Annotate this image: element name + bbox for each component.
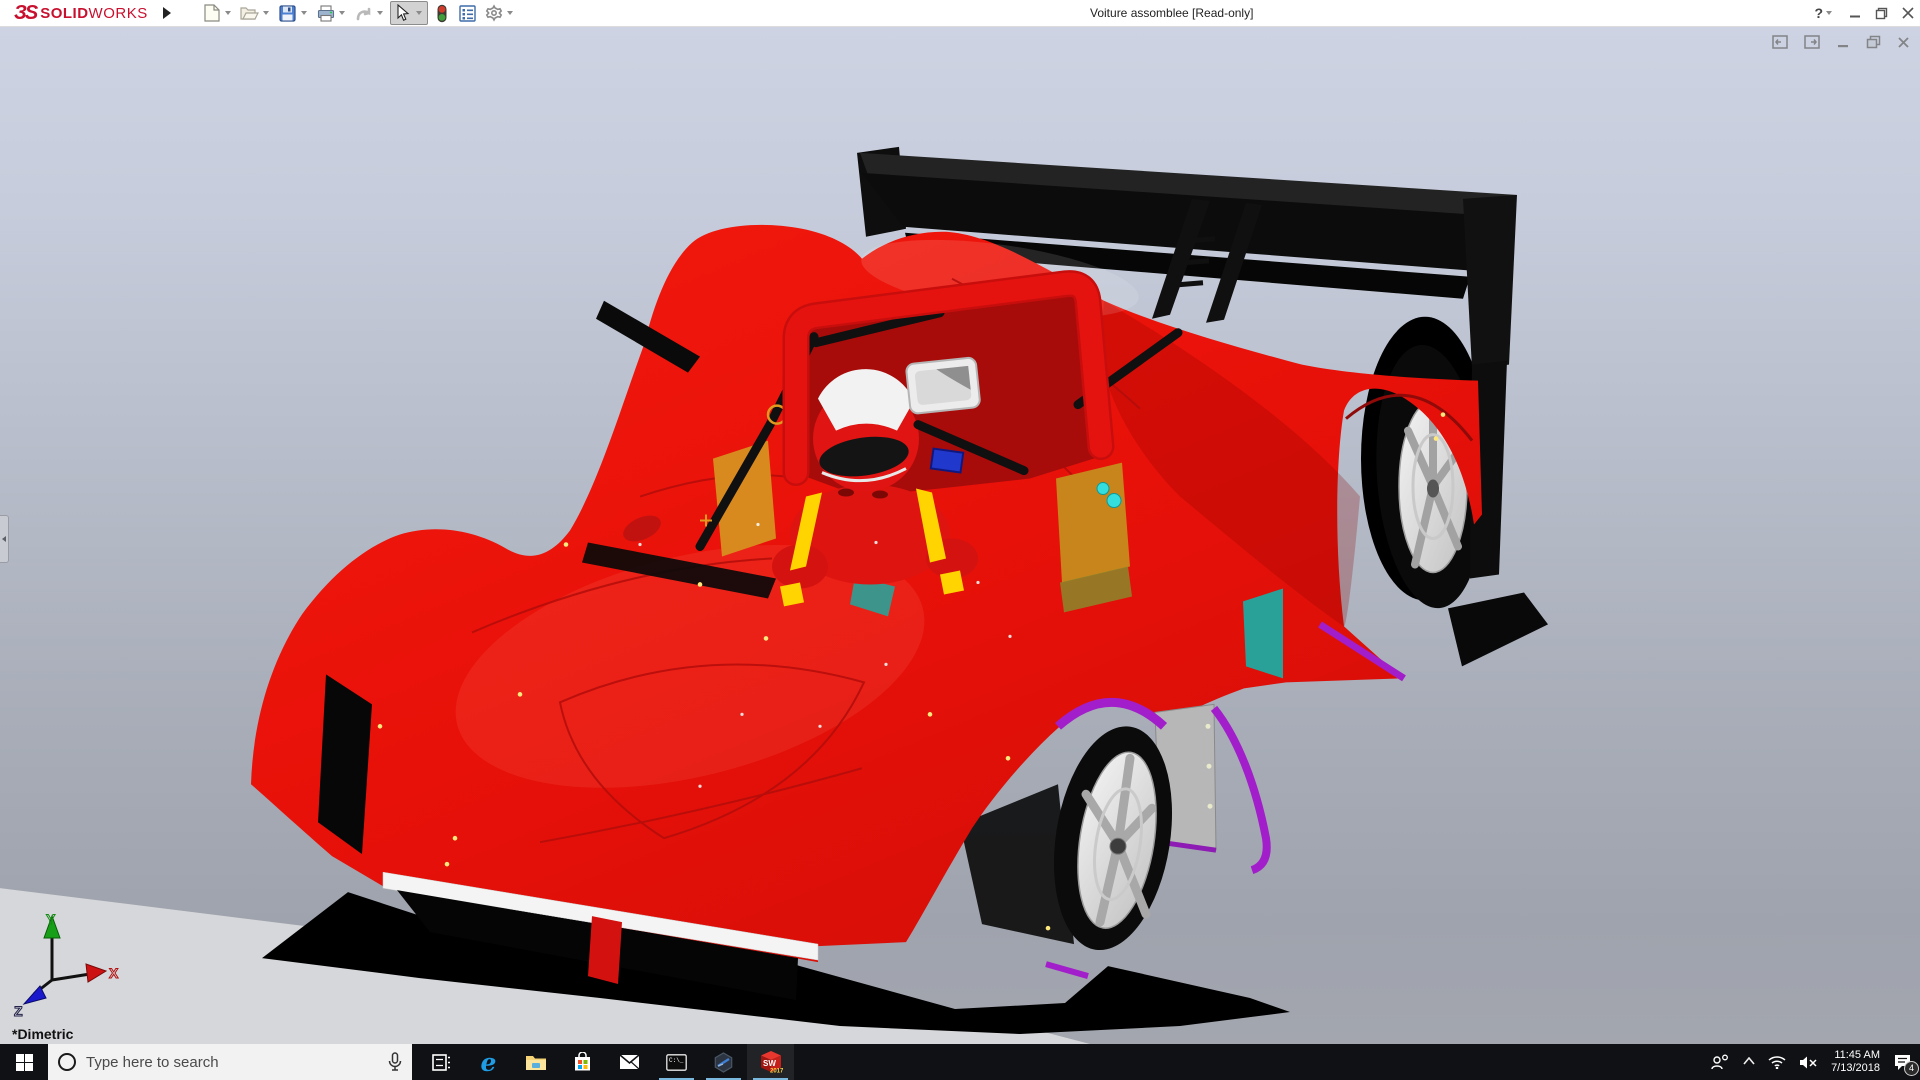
taskbar-apps: e bbox=[418, 1044, 794, 1080]
windows-logo-icon bbox=[16, 1054, 33, 1071]
undo-button[interactable] bbox=[352, 2, 388, 24]
sw-label: SW bbox=[763, 1059, 776, 1068]
new-document-icon bbox=[202, 3, 222, 23]
properties-list-icon bbox=[458, 3, 478, 23]
triad-z-label: Z bbox=[14, 1003, 23, 1019]
people-icon[interactable] bbox=[1710, 1054, 1730, 1070]
cortana-icon bbox=[58, 1053, 76, 1071]
feature-manager-collapsed-tab[interactable] bbox=[0, 515, 9, 563]
new-document-button[interactable] bbox=[200, 2, 236, 24]
gear-icon bbox=[484, 3, 504, 23]
undo-dropdown[interactable] bbox=[377, 11, 383, 15]
start-button[interactable] bbox=[0, 1044, 48, 1080]
task-view-icon bbox=[432, 1054, 451, 1071]
print-icon bbox=[316, 3, 336, 23]
triad-y-label: Y bbox=[46, 911, 56, 927]
minimize-button[interactable] bbox=[1849, 7, 1861, 19]
solidworks-logo-icon: ЗS bbox=[14, 2, 36, 25]
rebuild-button[interactable] bbox=[430, 2, 454, 24]
mail-icon bbox=[619, 1054, 640, 1070]
store-icon bbox=[573, 1052, 592, 1072]
notification-badge: 4 bbox=[1904, 1061, 1919, 1076]
task-view-button[interactable] bbox=[418, 1044, 465, 1080]
doc-minimize-button[interactable] bbox=[1836, 35, 1850, 49]
mail-button[interactable] bbox=[606, 1044, 653, 1080]
new-document-dropdown[interactable] bbox=[225, 11, 231, 15]
view-orientation-label: *Dimetric bbox=[12, 1026, 73, 1042]
traffic-light-icon bbox=[432, 3, 452, 23]
solidworks-app-icon: SW 2017 bbox=[759, 1050, 783, 1074]
quick-access-toolbar bbox=[200, 1, 518, 25]
brand-text-bold: SOLID bbox=[40, 5, 88, 22]
command-prompt-icon: C:\_ bbox=[666, 1054, 687, 1071]
pane-left-button[interactable] bbox=[1772, 35, 1788, 49]
tray-expand-chevron[interactable] bbox=[1743, 1057, 1755, 1065]
brand-text-light: WORKS bbox=[89, 5, 148, 22]
save-dropdown[interactable] bbox=[301, 11, 307, 15]
rearview-mirror[interactable] bbox=[906, 357, 981, 414]
file-explorer-button[interactable] bbox=[512, 1044, 559, 1080]
graphics-viewport[interactable]: Y X Z *Dimetric bbox=[0, 27, 1920, 1044]
open-icon bbox=[240, 3, 260, 23]
window-title: Voiture assomblee [Read-only] bbox=[1090, 0, 1253, 26]
store-button[interactable] bbox=[559, 1044, 606, 1080]
edge-button[interactable]: e bbox=[465, 1044, 512, 1080]
save-icon bbox=[278, 3, 298, 23]
settings-dropdown[interactable] bbox=[507, 11, 513, 15]
menu-flyout-arrow[interactable] bbox=[158, 4, 176, 22]
file-explorer-icon bbox=[525, 1053, 547, 1071]
undo-icon bbox=[354, 3, 374, 23]
pane-right-button[interactable] bbox=[1804, 35, 1820, 49]
car-model-render bbox=[0, 27, 1920, 1044]
taskbar-search-box[interactable]: Type here to search bbox=[48, 1044, 412, 1080]
command-prompt-button[interactable]: C:\_ bbox=[653, 1044, 700, 1080]
display-options-button[interactable] bbox=[456, 2, 480, 24]
orientation-triad: Y X Z bbox=[6, 910, 126, 1020]
print-dropdown[interactable] bbox=[339, 11, 345, 15]
solidworks-taskbar-button[interactable]: SW 2017 bbox=[747, 1044, 794, 1080]
select-button[interactable] bbox=[390, 1, 428, 25]
edge-icon: e bbox=[481, 1048, 497, 1077]
print-button[interactable] bbox=[314, 2, 350, 24]
doc-close-button[interactable] bbox=[1897, 36, 1910, 49]
doc-restore-button[interactable] bbox=[1866, 35, 1881, 49]
help-icon: ? bbox=[1814, 5, 1823, 21]
windows-taskbar: Type here to search e bbox=[0, 1044, 1920, 1080]
titlebar: ЗS SOLIDWORKS bbox=[0, 0, 1920, 27]
cmd-glyph: C:\_ bbox=[669, 1057, 684, 1064]
restore-button[interactable] bbox=[1875, 7, 1888, 20]
system-tray: 11:45 AM 7/13/2018 4 bbox=[1710, 1044, 1920, 1080]
wifi-icon[interactable] bbox=[1768, 1055, 1786, 1069]
window-controls: ? bbox=[1814, 0, 1914, 26]
tray-time: 11:45 AM bbox=[1831, 1049, 1880, 1062]
microphone-icon[interactable] bbox=[388, 1052, 402, 1072]
triad-x-label: X bbox=[109, 965, 119, 981]
help-button[interactable]: ? bbox=[1814, 5, 1835, 21]
action-center-button[interactable]: 4 bbox=[1893, 1054, 1912, 1071]
select-cursor-icon bbox=[393, 3, 413, 23]
sidepod-teal-panel bbox=[1243, 588, 1283, 678]
save-button[interactable] bbox=[276, 2, 312, 24]
tray-date: 7/13/2018 bbox=[1831, 1062, 1880, 1075]
settings-button[interactable] bbox=[482, 2, 518, 24]
cad-viewer-button[interactable] bbox=[700, 1044, 747, 1080]
sw-year: 2017 bbox=[770, 1069, 783, 1075]
solidworks-logo: ЗS SOLIDWORKS bbox=[0, 0, 156, 26]
open-button[interactable] bbox=[238, 2, 274, 24]
solidworks-window: ЗS SOLIDWORKS bbox=[0, 0, 1920, 1080]
cad-viewer-icon bbox=[713, 1052, 734, 1073]
help-dropdown[interactable] bbox=[1826, 11, 1832, 15]
document-window-controls bbox=[1772, 35, 1910, 49]
tray-clock[interactable]: 11:45 AM 7/13/2018 bbox=[1831, 1049, 1880, 1075]
select-dropdown[interactable] bbox=[416, 11, 422, 15]
search-placeholder: Type here to search bbox=[86, 1054, 378, 1071]
volume-muted-icon[interactable] bbox=[1799, 1055, 1818, 1070]
open-dropdown[interactable] bbox=[263, 11, 269, 15]
harness-buckle bbox=[931, 449, 963, 473]
close-button[interactable] bbox=[1902, 7, 1914, 19]
